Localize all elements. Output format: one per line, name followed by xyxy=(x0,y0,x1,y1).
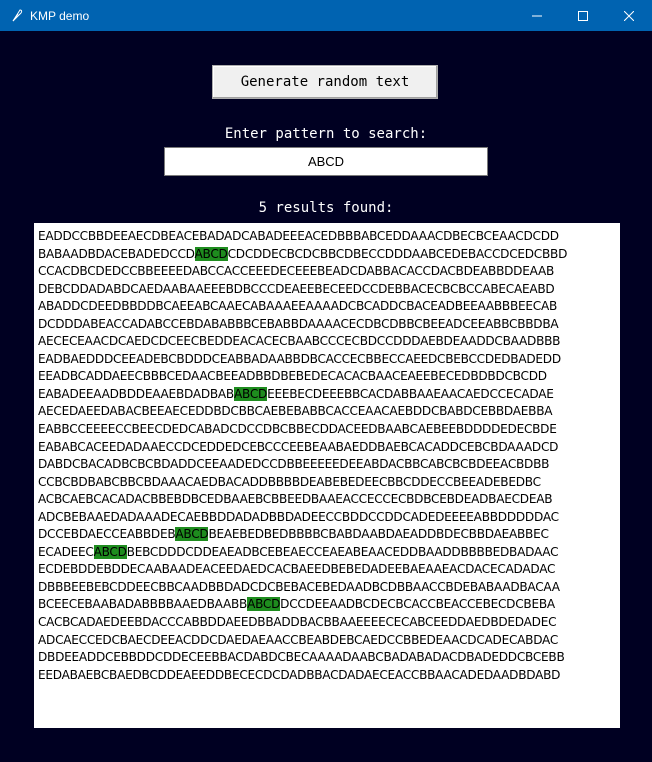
match-highlight: ABCD xyxy=(194,246,228,261)
results-count-label: 5 results found: xyxy=(258,200,394,216)
text-segment: AECECEAACDCAEDCDCEECBEDDEACACECBAABCCCEC… xyxy=(38,334,561,349)
text-line: DBDEEADDCEBBDDCDDECEEBBACDABDCBECAAAADAA… xyxy=(38,649,620,667)
text-segment: DBBBEEBEBCDDEECBBCAADBBDADCDCBEBACEBEDAA… xyxy=(38,579,560,594)
text-segment: ADCBEBAAEDADAAADECAEBBDDADADBBDADEECCBDD… xyxy=(38,509,559,524)
text-line: EEADBCADDAEECBBBCEDAACBEEADBBDBEBEDECACA… xyxy=(38,368,620,386)
match-highlight: ABCD xyxy=(247,597,281,612)
text-segment: ECDEBDDEBDDECAABAADEACEEDAEDCACBAEEDBEBE… xyxy=(38,562,556,577)
text-line: ABADDCDEEDBBDDBCAEEABCAAECABAAAEEAAAADCB… xyxy=(38,298,620,316)
text-line: CACBCADAEDEEBDACCCABBDDAEEDBBADDBACBBAAE… xyxy=(38,614,620,632)
text-segment: BEBCDDDCDDEAEADBCEBEAECCEAEABEAACEDDBAAD… xyxy=(126,544,559,559)
text-line: DBBBEEBEBCDDEECBBCAADBBDADCDCBEBACEBEDAA… xyxy=(38,579,620,597)
text-line: ACBCAEBCACADACBBEBDBCEDBAAEBCBBEEDBAAEAC… xyxy=(38,491,620,509)
text-line: EADDCCBBDEEAECDBEACEBADADCABADEEEACEDBBB… xyxy=(38,228,620,246)
text-segment: DEBCDDADABDCAEDAABAAEEEBDBCCCDEAEEBECEED… xyxy=(38,281,555,296)
text-line: ADCAECCEDCBAECDEEACDDCDAEDAEAACCBEABDEBC… xyxy=(38,632,620,650)
text-segment: ADCAECCEDCBAECDEEACDDCDAEDAEAACCBEABDEBC… xyxy=(38,632,559,647)
pattern-input[interactable] xyxy=(164,147,488,176)
match-highlight: ABCD xyxy=(175,527,209,542)
text-line: ADCBEBAAEDADAAADECAEBBDDADADBBDADEECCBDD… xyxy=(38,509,620,527)
text-line: EEDABAEBCBAEDBCDDEAEEDDBECECDCDADBBACDAD… xyxy=(38,667,620,685)
text-line: CCACDBCDEDCCBBEEEEDABCCACCEEEDECEEEBEADC… xyxy=(38,263,620,281)
text-line: ECADEECABCDBEBCDDDCDDEAEADBCEBEAECCEAEAB… xyxy=(38,544,620,562)
text-segment: EEDABAEBCBAEDBCDDEAEEDDBECECDCDADBBACDAD… xyxy=(38,667,561,682)
text-segment: ACBCAEBCACADACBBEBDBCEDBAAEBCBBEEDBAAEAC… xyxy=(38,492,553,507)
text-line: ECDEBDDEBDDECAABAADEACEEDAEDCACBAEEDBEBE… xyxy=(38,561,620,579)
text-segment: BCEECEBAABADABBBBAAEDBAABB xyxy=(38,597,248,612)
text-segment: EADDCCBBDEEAECDBEACEBADADCABADEEEACEDBBB… xyxy=(38,229,559,243)
match-highlight: ABCD xyxy=(233,386,268,401)
title-bar: KMP demo xyxy=(0,0,652,31)
text-segment: DBDEEADDCEBBDDCDDECEEBBACDABDCBECAAAADAA… xyxy=(38,650,565,665)
text-segment: CCBCBDBABCBBCBDAAACAEDBACADDBBBBDEABEBED… xyxy=(38,474,541,489)
text-line: EABADEEAADBDDEAAEBDADBABABCDEEEBECDEEEBB… xyxy=(38,386,620,404)
close-button[interactable] xyxy=(606,0,652,31)
pattern-prompt-label: Enter pattern to search: xyxy=(224,126,428,142)
minimize-icon xyxy=(532,15,542,16)
text-line: DCDDDABEACCADABCCEBDABABBBCEBABBDAAAACEC… xyxy=(38,316,620,334)
text-segment: BEAEBEDBEDBBBBCBABDAABDAEADDBDECBBDAEABB… xyxy=(208,527,549,542)
result-text-area[interactable]: EADDCCBBDEEAECDBEACEBADADCABADEEEACEDBBB… xyxy=(34,223,620,728)
text-segment: DCCEBDAECCEABBDEB xyxy=(38,527,176,542)
text-segment: CDCDDECBCDCBBCDBECCDDDAABCEDEBACCDCEDCBB… xyxy=(227,246,568,261)
text-segment: EABADEEAADBDDEAAEBDADBAB xyxy=(38,386,234,401)
text-segment: BABAADBDACEBADEDCCD xyxy=(38,246,195,261)
text-segment: DCDDDABEACCADABCCEBDABABBBCEBABBDAAAACEC… xyxy=(38,316,559,331)
text-segment: EABABCACEEDADAAECCDCEDDEDCEBCCCEEBEAABAE… xyxy=(38,439,559,454)
maximize-button[interactable] xyxy=(560,0,606,31)
text-segment: EEADBCADDAEECBBBCEDAACBEEADBBDBEBEDECACA… xyxy=(38,369,547,384)
text-line: AECECEAACDCAEDCDCEECBEDDEACACECBAABCCCEC… xyxy=(38,333,620,351)
text-line: DCCEBDAECCEABBDEBABCDBEAEBEDBEDBBBBCBABD… xyxy=(38,526,620,544)
text-segment: CCACDBCDEDCCBBEEEEDABCCACCEEEDECEEEBEADC… xyxy=(38,264,555,279)
feather-icon xyxy=(10,8,24,22)
text-segment: CACBCADAEDEEBDACCCABBDDAEEDBBADDBACBBAAE… xyxy=(38,615,557,630)
match-highlight: ABCD xyxy=(93,544,127,559)
close-icon xyxy=(624,10,634,21)
text-segment: EABBCCEEEECCBEECDEDCABADCDCCDBCBBECDDACE… xyxy=(38,422,557,437)
text-line: DABDCBACADBCBCBDADDCEEAADEDCCDBBEEEEEDEE… xyxy=(38,456,620,474)
text-segment: ECADEEC xyxy=(38,544,94,559)
window-title: KMP demo xyxy=(30,9,90,23)
minimize-button[interactable] xyxy=(514,0,560,31)
text-line: EABBCCEEEECCBEECDEDCABADCDCCDBCBBECDDACE… xyxy=(38,421,620,439)
text-line: CCBCBDBABCBBCBDAAACAEDBACADDBBBBDEABEBED… xyxy=(38,474,620,492)
text-segment: AECEDAEEDABACBEEAECEDDBDCBBCAEBEBABBCACC… xyxy=(38,404,553,419)
text-segment: ABADDCDEEDBBDDBCAEEABCAAECABAAAEEAAAADCB… xyxy=(38,299,558,314)
text-segment: DCCDEEAADBCDECBCACCBEACCEBECDCBEBA xyxy=(280,597,555,612)
text-line: AECEDAEEDABACBEEAECEDDBDCBBCAEBEBABBCACC… xyxy=(38,403,620,421)
text-line: DEBCDDADABDCAEDAABAAEEEBDBCCCDEAEEBECEED… xyxy=(38,281,620,299)
text-segment: EADBAEDDDCEEADEBCBDDDCEABBADAABBDBCACCEC… xyxy=(38,351,561,366)
text-segment: EEEBECDEEEBBCACDABBAAEAACAEDCCECADAE xyxy=(267,386,554,401)
generate-random-text-button[interactable]: Generate random text xyxy=(212,65,438,99)
text-segment: DABDCBACADBCBCBDADDCEEAADEDCCDBBEEEEEDEE… xyxy=(38,457,550,472)
text-line: EADBAEDDDCEEADEBCBDDDCEABBADAABBDBCACCEC… xyxy=(38,351,620,369)
maximize-icon xyxy=(578,10,588,21)
text-line: BCEECEBAABADABBBBAAEDBAABBABCDDCCDEEAADB… xyxy=(38,596,620,614)
text-line: EABABCACEEDADAAECCDCEDDEDCEBCCCEEBEAABAE… xyxy=(38,439,620,457)
text-line: BABAADBDACEBADEDCCDABCDCDCDDECBCDCBBCDBE… xyxy=(38,246,620,264)
